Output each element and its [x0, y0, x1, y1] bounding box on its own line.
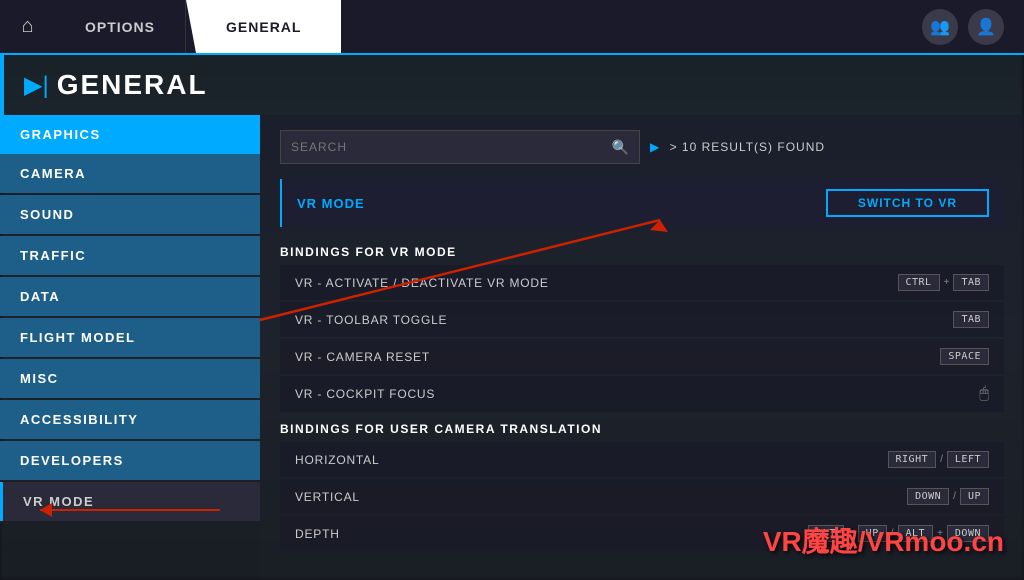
home-icon: ⌂ — [21, 15, 33, 38]
key-tab: TAB — [953, 274, 989, 291]
binding-keys: DOWN / UP — [907, 488, 989, 505]
nav-right-icons: 👥 👤 — [922, 0, 1024, 53]
binding-keys: RIGHT / LEFT — [888, 451, 989, 468]
user-camera-section-header: BINDINGS FOR USER CAMERA TRANSLATION — [280, 414, 1004, 442]
mouse-icon: 🖱 — [979, 385, 989, 403]
key-plus1: + — [848, 528, 854, 539]
key-up: UP — [960, 488, 989, 505]
binding-row-toolbar-toggle: VR - TOOLBAR TOGGLE TAB — [280, 302, 1004, 337]
search-icon: 🔍 — [612, 139, 629, 156]
sidebar-item-accessibility[interactable]: ACCESSIBILITY — [0, 400, 260, 439]
key-up1: UP — [858, 525, 887, 542]
binding-label: VR - CAMERA RESET — [295, 350, 430, 364]
vr-mode-section-header: BINDINGS FOR VR MODE — [280, 237, 1004, 265]
binding-label: VERTICAL — [295, 490, 360, 504]
search-bar: 🔍 ▶ > 10 RESULT(S) FOUND — [280, 130, 1004, 164]
binding-row-vertical: VERTICAL DOWN / UP — [280, 479, 1004, 514]
group-icon-button[interactable]: 👥 — [922, 9, 958, 45]
binding-label: VR - TOOLBAR TOGGLE — [295, 313, 447, 327]
options-label: OPTIONS — [85, 19, 155, 35]
home-button[interactable]: ⌂ — [0, 0, 55, 53]
key-slash: / — [940, 454, 943, 465]
binding-label: DEPTH — [295, 527, 340, 541]
sidebar-item-traffic[interactable]: TRAFFIC — [0, 236, 260, 275]
header-chevron-icon: ▶| — [24, 71, 49, 100]
key-tab: TAB — [953, 311, 989, 328]
search-input[interactable] — [291, 140, 612, 154]
key-slash: / — [953, 491, 956, 502]
top-nav: ⌂ OPTIONS GENERAL 👥 👤 — [0, 0, 1024, 55]
key-slash1: / — [891, 528, 894, 539]
sidebar-item-camera[interactable]: CAMERA — [0, 154, 260, 193]
sidebar-item-data[interactable]: DATA — [0, 277, 260, 316]
key-down1: DOWN — [947, 525, 989, 542]
switch-to-vr-button[interactable]: SWITCH TO VR — [826, 189, 989, 217]
binding-row-cockpit-focus: VR - COCKPIT FOCUS 🖱 — [280, 376, 1004, 412]
profile-icon-button[interactable]: 👤 — [968, 9, 1004, 45]
sidebar-item-graphics[interactable]: GRAPHICS — [0, 115, 260, 154]
binding-row-depth: DEPTH ALT + UP / ALT + DOWN — [280, 516, 1004, 551]
binding-keys: ALT + UP / ALT + DOWN — [808, 525, 989, 542]
binding-label: VR - COCKPIT FOCUS — [295, 387, 435, 401]
sidebar-item-developers[interactable]: DEVELOPERS — [0, 441, 260, 480]
sidebar-item-flight-model[interactable]: FLIGHT MODEL — [0, 318, 260, 357]
binding-keys: SPACE — [940, 348, 989, 365]
key-down: DOWN — [907, 488, 949, 505]
key-ctrl: CTRL — [898, 274, 940, 291]
binding-keys: TAB — [953, 311, 989, 328]
results-arrow-icon: ▶ — [650, 140, 660, 154]
profile-icon: 👤 — [976, 17, 996, 37]
key-plus: + — [944, 277, 950, 288]
group-icon: 👥 — [930, 17, 950, 37]
binding-row-camera-reset: VR - CAMERA RESET SPACE — [280, 339, 1004, 374]
options-tab[interactable]: OPTIONS — [55, 0, 186, 53]
general-label: GENERAL — [226, 19, 301, 35]
key-space: SPACE — [940, 348, 989, 365]
binding-label: VR - ACTIVATE / DEACTIVATE VR MODE — [295, 276, 549, 290]
vr-mode-row: VR MODE SWITCH TO VR — [280, 179, 1004, 227]
binding-row-activate-vr: VR - ACTIVATE / DEACTIVATE VR MODE CTRL … — [280, 265, 1004, 300]
vr-mode-label: VR MODE — [297, 196, 365, 211]
header-bar: ▶| GENERAL — [0, 55, 1024, 115]
key-alt2: ALT — [898, 525, 934, 542]
binding-keys: 🖱 — [979, 385, 989, 403]
main-content: ▶| GENERAL GRAPHICS CAMERA SOUND TRAFFIC… — [0, 55, 1024, 580]
key-alt1: ALT — [808, 525, 844, 542]
sidebar-item-sound[interactable]: SOUND — [0, 195, 260, 234]
main-panel: 🔍 ▶ > 10 RESULT(S) FOUND VR MODE SWITCH … — [260, 115, 1024, 580]
sidebar-item-misc[interactable]: MISC — [0, 359, 260, 398]
page-title: GENERAL — [57, 69, 208, 101]
general-tab[interactable]: GENERAL — [186, 0, 341, 53]
binding-keys: CTRL + TAB — [898, 274, 990, 291]
binding-label: HORIZONTAL — [295, 453, 379, 467]
body-layout: GRAPHICS CAMERA SOUND TRAFFIC DATA FLIGH… — [0, 115, 1024, 580]
key-left: LEFT — [947, 451, 989, 468]
sidebar: GRAPHICS CAMERA SOUND TRAFFIC DATA FLIGH… — [0, 115, 260, 580]
key-right: RIGHT — [888, 451, 937, 468]
search-input-wrapper[interactable]: 🔍 — [280, 130, 640, 164]
sidebar-item-vr-mode[interactable]: VR MODE — [0, 482, 260, 521]
binding-row-horizontal: HORIZONTAL RIGHT / LEFT — [280, 442, 1004, 477]
key-plus2: + — [937, 528, 943, 539]
results-label: ▶ > 10 RESULT(S) FOUND — [650, 140, 825, 154]
